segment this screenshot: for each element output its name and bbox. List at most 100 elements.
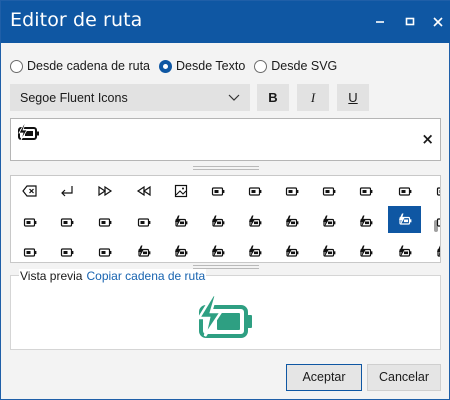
radio-indicator[interactable] xyxy=(10,59,23,73)
glyph-cell[interactable] xyxy=(312,210,345,236)
glyph-cell[interactable] xyxy=(127,210,160,236)
glyph-cell[interactable] xyxy=(164,210,197,236)
rewind-icon xyxy=(136,185,151,197)
battery-icon xyxy=(60,248,73,257)
chevron-down-icon xyxy=(228,94,240,101)
glyph-text-input[interactable]: × xyxy=(10,118,441,161)
battery-icon xyxy=(322,187,335,196)
radio-label: Desde SVG xyxy=(271,59,338,73)
glyph-cell[interactable] xyxy=(13,210,46,236)
image-icon xyxy=(174,184,187,198)
battery-icon xyxy=(98,248,111,257)
maximize-button[interactable] xyxy=(397,9,423,35)
battery-charging-icon xyxy=(359,215,372,227)
copy-path-string-link[interactable]: Copiar cadena de ruta xyxy=(86,269,205,283)
radio-from-svg[interactable]: Desde SVG xyxy=(254,59,337,73)
battery-charging-icon xyxy=(322,215,335,227)
battery-charging-icon xyxy=(248,245,261,257)
battery-charging-icon xyxy=(359,245,372,257)
battery-charging-icon xyxy=(285,215,298,227)
source-radio-group: Desde cadena de ruta Desde Texto Desde S… xyxy=(10,57,346,75)
glyph-cell[interactable] xyxy=(349,179,382,205)
minimize-button[interactable] xyxy=(367,9,393,35)
battery-charging-icon xyxy=(211,215,224,227)
glyph-cell[interactable] xyxy=(164,240,197,262)
battery-charging-icon xyxy=(174,215,187,227)
maximize-icon xyxy=(405,17,415,26)
glyph-cell[interactable] xyxy=(201,179,234,205)
glyph-cell[interactable] xyxy=(13,240,46,262)
battery-charging-icon xyxy=(322,245,335,257)
splitter-handle[interactable] xyxy=(193,166,259,170)
radio-from-path-string[interactable]: Desde cadena de ruta xyxy=(10,59,150,73)
battery-charging-icon xyxy=(211,245,224,257)
battery-icon xyxy=(248,187,261,196)
fast-forward-icon xyxy=(97,185,112,197)
battery-icon xyxy=(60,218,73,227)
font-family-select[interactable]: Segoe Fluent Icons xyxy=(10,84,250,111)
glyph-cell[interactable] xyxy=(349,210,382,236)
cancel-button[interactable]: Cancelar xyxy=(367,364,441,391)
glyph-cell[interactable] xyxy=(275,240,308,262)
radio-from-text[interactable]: Desde Texto xyxy=(159,59,245,73)
glyph-cell[interactable] xyxy=(127,179,160,205)
glyph-cell[interactable] xyxy=(349,240,382,262)
battery-charging-icon xyxy=(18,123,39,141)
font-family-value: Segoe Fluent Icons xyxy=(20,91,128,105)
accept-button[interactable]: Aceptar xyxy=(286,364,362,391)
glyph-cell[interactable] xyxy=(88,240,121,262)
glyph-cell[interactable] xyxy=(275,179,308,205)
close-button[interactable] xyxy=(425,9,450,35)
underline-button[interactable]: U xyxy=(337,84,369,111)
glyph-cell[interactable] xyxy=(426,179,440,205)
battery-icon xyxy=(23,218,36,227)
glyph-cell[interactable] xyxy=(388,240,421,262)
battery-saver-icon xyxy=(436,218,440,227)
glyph-cell[interactable] xyxy=(426,210,440,236)
radio-label: Desde Texto xyxy=(176,59,246,73)
return-icon xyxy=(60,186,73,197)
glyph-cell[interactable] xyxy=(164,179,197,205)
minimize-icon xyxy=(376,21,384,23)
glyph-cell[interactable] xyxy=(426,240,440,262)
glyph-cell[interactable] xyxy=(238,240,271,262)
battery-charging-preview-icon xyxy=(196,294,252,338)
glyph-cell[interactable] xyxy=(127,240,160,262)
bold-button[interactable]: B xyxy=(257,84,289,111)
battery-charging-icon xyxy=(285,245,298,257)
battery-charging-icon xyxy=(436,245,440,257)
radio-indicator-selected[interactable] xyxy=(159,59,173,73)
battery-icon xyxy=(359,187,372,196)
battery-icon xyxy=(23,248,36,257)
battery-icon xyxy=(285,187,298,196)
glyph-cell[interactable] xyxy=(238,179,271,205)
glyph-cell[interactable] xyxy=(275,210,308,236)
title-bar: Editor de ruta xyxy=(1,1,450,43)
backspace-icon xyxy=(21,185,37,197)
glyph-cell[interactable] xyxy=(50,240,83,262)
glyph-cell[interactable] xyxy=(201,210,234,236)
glyph-cell[interactable] xyxy=(312,179,345,205)
battery-charging-icon xyxy=(137,245,150,257)
preview-panel: Vista previa Copiar cadena de ruta xyxy=(10,269,441,350)
radio-label: Desde cadena de ruta xyxy=(27,59,151,73)
glyph-cell[interactable] xyxy=(238,210,271,236)
glyph-cell[interactable] xyxy=(312,240,345,262)
battery-icon xyxy=(137,218,150,227)
glyph-cell[interactable] xyxy=(88,210,121,236)
glyph-cell[interactable] xyxy=(50,210,83,236)
glyph-cell[interactable] xyxy=(88,179,121,205)
glyph-cell[interactable] xyxy=(388,206,421,233)
preview-header: Vista previa Copiar cadena de ruta xyxy=(19,269,207,283)
glyph-cell[interactable] xyxy=(13,179,46,205)
battery-icon xyxy=(98,218,111,227)
path-editor-window: Editor de ruta Desde cadena de ruta Desd… xyxy=(0,0,450,400)
battery-icon xyxy=(211,187,224,196)
italic-button[interactable]: I xyxy=(297,84,329,111)
glyph-cell[interactable] xyxy=(201,240,234,262)
glyph-cell[interactable] xyxy=(50,179,83,205)
glyph-grid[interactable] xyxy=(10,175,441,263)
glyph-cell[interactable] xyxy=(388,179,421,205)
radio-indicator[interactable] xyxy=(254,59,268,73)
clear-text-button[interactable]: × xyxy=(421,130,434,148)
